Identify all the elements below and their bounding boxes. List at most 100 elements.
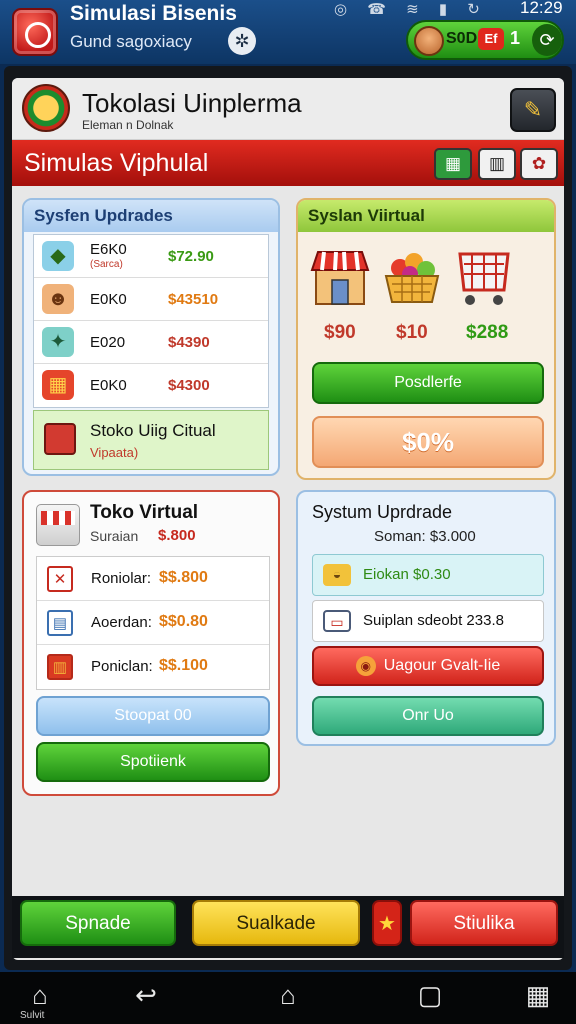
virtual-price: $288 — [466, 322, 509, 343]
status-time: 12:29 — [520, 0, 563, 17]
crate-icon: ▥ — [47, 654, 73, 680]
upgrade-row[interactable]: ▭ Suiplan sdeobt 233.8 — [312, 600, 544, 642]
gear-icon-button[interactable]: ✿ — [520, 148, 558, 180]
fruit-basket-icon[interactable] — [382, 246, 442, 308]
coin-count: 1 — [510, 28, 521, 48]
upgrade-list: ◆ E6K0 (Sarca) $72.90 ☻ E0K0 $43510 ✦ E0… — [33, 234, 269, 408]
list-item[interactable]: ◆ E6K0 (Sarca) $72.90 — [34, 235, 268, 278]
upgrade-price: $4390 — [168, 334, 210, 351]
toko-sub-value: $.800 — [158, 527, 196, 544]
player-avatar-icon — [414, 26, 444, 56]
store-logo-icon — [22, 84, 70, 132]
recents-icon[interactable]: ▢ — [410, 978, 450, 1018]
upgrade-row[interactable]: ◒ Eiokan $0.30 — [312, 554, 544, 596]
toko-title: Toko Virtual — [90, 502, 199, 523]
table-row[interactable]: ▥ Poniclan: $$.100 — [37, 645, 269, 689]
featured-title: Stoko Uiig Citual — [90, 421, 216, 440]
spotiienk-button[interactable]: Spotiienk — [36, 742, 270, 782]
grid-icon-button[interactable]: ▥ — [478, 148, 516, 180]
app-title: Simulasi Bisenis — [70, 2, 237, 25]
system-upgrade-sub: Soman: $3.000 — [374, 528, 476, 545]
row-price: $$.800 — [159, 569, 208, 586]
toko-virtual-panel: Toko Virtual Suraian $.800 ✕ Roniolar: $… — [22, 490, 280, 796]
toko-sub-label: Suraian — [90, 528, 139, 544]
onr-uo-button[interactable]: Onr Uo — [312, 696, 544, 736]
pot-icon: ◒ — [323, 564, 351, 586]
farmer-icon: ☻ — [42, 284, 74, 314]
system-virtual-title: Syslan Viirtual — [298, 200, 554, 232]
calculator-icon-button[interactable]: ▦ — [434, 148, 472, 180]
app-bar: Simulasi Bisenis Gund sagoxiacy ✲ ◎ ☎ ≋ … — [0, 0, 576, 64]
home-outline-icon[interactable]: ⌂ — [268, 978, 308, 1018]
system-nav-bar: ⌂ Sulvit ↩ ⌂ ▢ ▦ — [0, 972, 576, 1024]
timer-icon: ◉ — [355, 655, 376, 676]
list-item[interactable]: ✦ E020 $4390 — [34, 321, 268, 364]
posdlerfe-button[interactable]: Posdlerfe — [312, 362, 544, 404]
shop-stall-icon — [44, 423, 76, 455]
coins-text: S0D — [446, 30, 478, 47]
frame-icon: ▭ — [323, 610, 351, 632]
list-item[interactable]: ▦ E0K0 $4300 — [34, 364, 268, 407]
row-label: Eiokan $0.30 — [363, 566, 451, 583]
cart-icon[interactable] — [454, 246, 514, 308]
refresh-icon[interactable]: ⟳ — [532, 24, 562, 56]
upgrade-price: $72.90 — [168, 248, 214, 265]
settings-icon[interactable]: ✲ — [228, 27, 256, 55]
currency-pill[interactable]: S0D Ef 1 ⟳ — [406, 20, 564, 60]
game-screen: Tokolasi Uinplerma Eleman n Dolnak ✎ Sim… — [12, 78, 564, 960]
stoopat-button[interactable]: Stoopat 00 — [36, 696, 270, 736]
featured-subtitle: Vipaata) — [90, 445, 139, 460]
row-label: Poniclan: — [91, 658, 153, 675]
row-price: $$.100 — [159, 657, 208, 674]
shop-icon[interactable] — [310, 246, 370, 308]
upgrade-red-button[interactable]: ◉ Uagour Gvalt-Iie — [312, 646, 544, 686]
row-price: $$0.80 — [159, 613, 208, 630]
app-logo-icon — [12, 8, 58, 56]
banner-title: Simulas Viphulal — [24, 149, 209, 177]
table-row[interactable]: ✕ Roniolar: $$.800 — [37, 557, 269, 601]
spnade-button[interactable]: Spnade — [20, 900, 176, 946]
coin-badge: Ef — [478, 28, 504, 50]
percent-button[interactable]: $0% — [312, 416, 544, 468]
tablet-icon: ▤ — [47, 610, 73, 636]
table-row[interactable]: ▤ Aoerdan: $$0.80 — [37, 601, 269, 645]
row-label: Roniolar: — [91, 570, 152, 587]
star-icon[interactable]: ★ — [372, 900, 402, 946]
upgrade-note: (Sarca) — [90, 259, 123, 270]
system-upgrade-panel: Systum Uprdrade Soman: $3.000 ◒ Eiokan $… — [296, 490, 556, 746]
grid-icon[interactable]: ▦ — [518, 978, 558, 1018]
sualkade-button[interactable]: Sualkade — [192, 900, 360, 946]
coins-icon: ◆ — [42, 241, 74, 271]
toko-list: ✕ Roniolar: $$.800 ▤ Aoerdan: $$0.80 ▥ P… — [36, 556, 270, 690]
basket-icon: ▦ — [42, 370, 74, 400]
bottom-action-bar: Spnade Sualkade ★ Stiulika — [12, 896, 564, 958]
upgrade-price: $43510 — [168, 291, 219, 308]
upgrade-name: E6K0 — [90, 241, 127, 258]
virtual-price: $90 — [324, 322, 356, 343]
cash-icon: ✦ — [42, 327, 74, 357]
system-virtual-panel: Syslan Viirtual $90 $10 $288 Posdlerfe $… — [296, 198, 556, 480]
x-box-icon: ✕ — [47, 566, 73, 592]
system-upgrades-title: Sysfen Updrades — [24, 200, 278, 232]
row-label: Aoerdan: — [91, 614, 152, 631]
shop-thumbnail-icon — [36, 504, 80, 546]
store-title: Tokolasi Uinplerma — [82, 88, 302, 118]
store-header: Tokolasi Uinplerma Eleman n Dolnak ✎ — [12, 78, 564, 140]
upgrade-name: E020 — [90, 334, 126, 351]
status-bar-icons: ◎ ☎ ≋ ▮ ↻ — [334, 1, 488, 18]
home-label: Sulvit — [20, 1010, 45, 1021]
system-upgrades-panel: Sysfen Updrades ◆ E6K0 (Sarca) $72.90 ☻ … — [22, 198, 280, 476]
system-upgrade-title: Systum Uprdrade — [312, 502, 453, 522]
store-subtitle: Eleman n Dolnak — [82, 118, 174, 132]
section-banner: Simulas Viphulal ▦ ▥ ✿ — [12, 140, 564, 186]
app-subtitle: Gund sagoxiacy — [70, 32, 192, 51]
stiulika-button[interactable]: Stiulika — [410, 900, 558, 946]
list-item[interactable]: ☻ E0K0 $43510 — [34, 278, 268, 321]
row-label: Suiplan sdeobt 233.8 — [363, 612, 504, 629]
edit-pencil-button[interactable]: ✎ — [510, 88, 556, 132]
virtual-price: $10 — [396, 322, 428, 343]
back-icon[interactable]: ↩ — [126, 978, 166, 1018]
upgrade-price: $4300 — [168, 377, 210, 394]
upgrade-name: E0K0 — [90, 377, 127, 394]
featured-upgrade[interactable]: Stoko Uiig Citual Vipaata) — [33, 410, 269, 470]
